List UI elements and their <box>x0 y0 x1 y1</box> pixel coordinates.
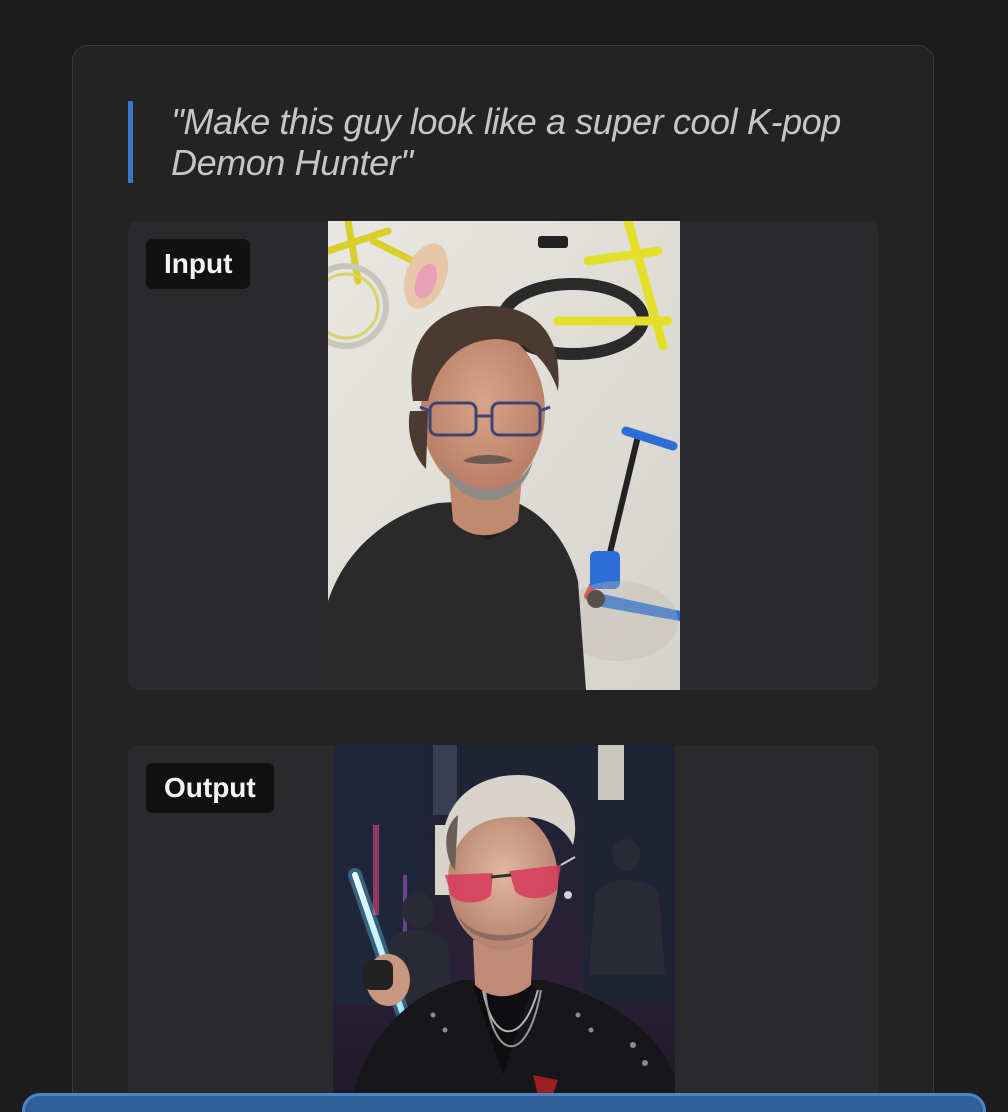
output-label: Output <box>146 763 274 813</box>
input-label: Input <box>146 239 251 289</box>
input-panel: Input <box>128 221 879 690</box>
output-panel: Output <box>128 745 879 1112</box>
output-kpop-hunter-illustration <box>333 745 675 1112</box>
input-image[interactable] <box>328 221 680 690</box>
page: "Make this guy look like a super cool K-… <box>0 0 1008 1112</box>
bottom-action-bar[interactable] <box>22 1093 986 1112</box>
prompt-quote: "Make this guy look like a super cool K-… <box>128 101 868 183</box>
input-selfie-illustration <box>328 221 680 690</box>
output-image[interactable] <box>333 745 675 1112</box>
prompt-text: "Make this guy look like a super cool K-… <box>171 101 841 183</box>
